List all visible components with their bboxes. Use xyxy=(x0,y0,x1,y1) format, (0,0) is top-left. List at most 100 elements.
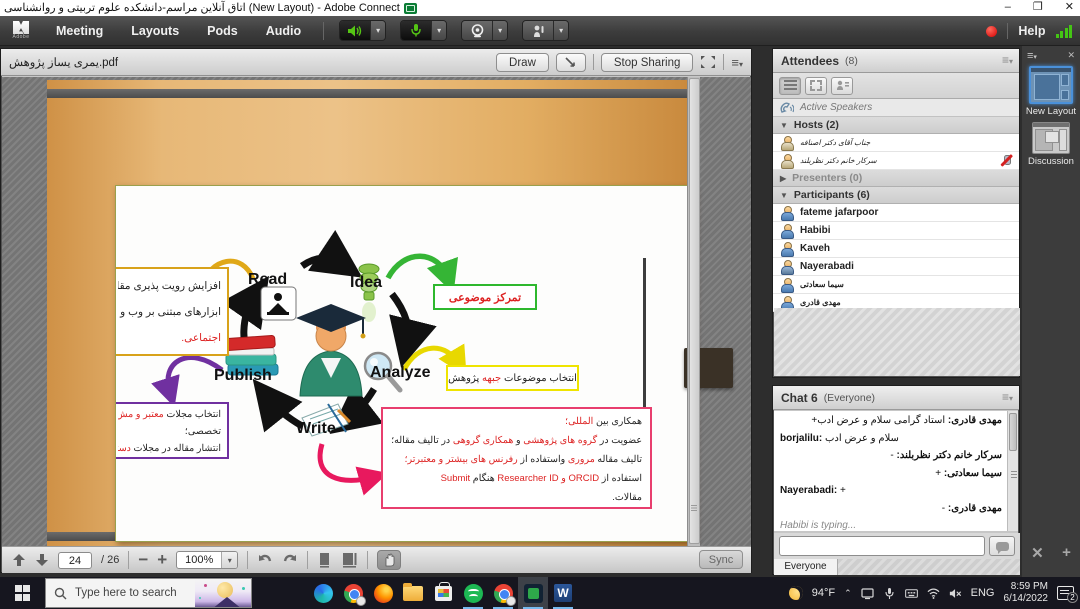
menu-audio[interactable]: Audio xyxy=(252,16,315,46)
layout-thumbnail-new-layout[interactable] xyxy=(1029,66,1073,104)
status-dropdown[interactable]: ▾ xyxy=(553,21,568,40)
close-pod-icon[interactable]: ✕ xyxy=(1031,544,1044,562)
stop-sharing-button[interactable]: Stop Sharing xyxy=(601,53,694,72)
speaker-dropdown[interactable]: ▾ xyxy=(370,21,385,40)
attendee-row[interactable]: Nayerabadi xyxy=(773,258,1019,276)
attendee-row-host-1[interactable]: جناب آقای دکتر اصنافه xyxy=(773,134,1019,152)
attendee-row[interactable]: Kaveh xyxy=(773,240,1019,258)
zoom-dropdown-icon[interactable]: ▾ xyxy=(221,552,237,568)
taskbar-spotify-icon[interactable] xyxy=(458,577,488,609)
temperature-label[interactable]: 94°F xyxy=(812,587,835,599)
pointer-tool-button[interactable] xyxy=(556,53,586,72)
raise-hand-button[interactable] xyxy=(523,21,553,40)
maximize-button[interactable]: ❐ xyxy=(1033,0,1043,15)
network-signal-icon[interactable] xyxy=(927,587,940,600)
pdf-document-background: Read Idea Analyze Write Publish تمرکز مو… xyxy=(47,80,687,547)
menu-layouts[interactable]: Layouts xyxy=(117,16,193,46)
recording-indicator-icon[interactable] xyxy=(986,26,997,37)
layouts-menu-icon[interactable]: ≡▾ xyxy=(1027,50,1037,62)
fit-page-icon[interactable] xyxy=(317,552,332,568)
attendees-count: (8) xyxy=(845,55,858,67)
undo-icon[interactable] xyxy=(257,553,273,568)
taskbar-edge-icon[interactable] xyxy=(308,577,338,609)
action-center-icon[interactable]: 2 xyxy=(1057,586,1074,600)
taskbar-word-icon[interactable]: W xyxy=(548,577,578,609)
participant-icon xyxy=(780,206,793,219)
speaker-button[interactable] xyxy=(340,21,370,40)
attendee-row[interactable]: سیما سعادتی xyxy=(773,276,1019,294)
chat-input[interactable] xyxy=(779,536,985,556)
hand-tool-button[interactable] xyxy=(377,550,401,570)
attendee-grid-view-button[interactable] xyxy=(805,77,827,95)
minimize-button[interactable]: – xyxy=(1005,0,1011,15)
taskbar-chrome-icon[interactable] xyxy=(338,577,368,609)
language-indicator[interactable]: ENG xyxy=(971,587,995,599)
chat-pod-menu-icon[interactable]: ≡▾ xyxy=(1002,390,1013,404)
chat-tab-everyone[interactable]: Everyone xyxy=(774,559,838,575)
page-number-input[interactable]: 24 xyxy=(58,552,92,569)
tablet-mode-icon[interactable] xyxy=(861,587,874,600)
chat-scrollbar[interactable] xyxy=(1007,411,1018,531)
redo-icon[interactable] xyxy=(282,553,298,568)
taskbar-file-explorer-icon[interactable] xyxy=(398,577,428,609)
presenters-section-header[interactable]: ▶ Presenters (0) xyxy=(773,170,1019,187)
attendee-row[interactable]: Habibi xyxy=(773,222,1019,240)
fit-width-icon[interactable] xyxy=(341,552,358,568)
expand-icon: ▶ xyxy=(780,174,786,183)
hidden-icons-chevron[interactable]: ⌃ xyxy=(844,588,852,599)
close-button[interactable]: ✕ xyxy=(1065,0,1074,15)
start-button[interactable] xyxy=(0,577,45,609)
send-message-button[interactable] xyxy=(989,536,1015,556)
menu-pods[interactable]: Pods xyxy=(193,16,252,46)
chat-message: مهدی قادری: استاد گرامی سلام و عرض ادب+ xyxy=(780,415,1002,426)
share-pod-menu-icon[interactable]: ≡▾ xyxy=(731,55,743,70)
zoom-out-button[interactable]: − xyxy=(138,553,148,567)
layouts-close-icon[interactable]: ✕ xyxy=(1067,50,1075,61)
webcam-button[interactable] xyxy=(462,21,492,40)
taskbar-search[interactable]: Type here to search xyxy=(45,578,252,608)
host-icon xyxy=(780,136,793,149)
webcam-dropdown[interactable]: ▾ xyxy=(492,21,507,40)
document-scrollbar[interactable] xyxy=(687,77,700,547)
volume-muted-icon[interactable] xyxy=(949,587,962,600)
participant-icon xyxy=(780,224,793,237)
document-scrollbar-thumb[interactable] xyxy=(689,78,700,544)
taskbar-firefox-icon[interactable] xyxy=(368,577,398,609)
attendees-pod-menu-icon[interactable]: ≡▾ xyxy=(1002,53,1013,67)
attendee-list-view-button[interactable] xyxy=(779,77,801,95)
taskbar-store-icon[interactable] xyxy=(428,577,458,609)
draw-button[interactable]: Draw xyxy=(496,53,549,72)
sync-button[interactable]: Sync xyxy=(699,550,743,569)
clock[interactable]: 8:59 PM 6/14/2022 xyxy=(1004,581,1049,605)
hosts-section-header[interactable]: ▼ Hosts (2) xyxy=(773,117,1019,134)
keyboard-layout-icon[interactable] xyxy=(905,587,918,600)
participant-icon xyxy=(780,278,793,291)
layout-thumbnail-discussion[interactable] xyxy=(1032,122,1070,154)
zoom-level-select[interactable]: 100% ▾ xyxy=(176,551,238,569)
attendee-name: fateme jafarpoor xyxy=(800,207,878,218)
connection-signal-icon[interactable] xyxy=(1056,24,1073,38)
attendee-status-view-button[interactable] xyxy=(831,77,853,95)
attendee-row[interactable]: fateme jafarpoor xyxy=(773,204,1019,222)
help-menu[interactable]: Help xyxy=(1018,24,1045,38)
fullscreen-icon[interactable] xyxy=(700,55,716,69)
pdf-slide[interactable]: Read Idea Analyze Write Publish تمرکز مو… xyxy=(115,185,695,542)
system-tray: 94°F ⌃ ENG 8:59 PM xyxy=(789,577,1080,609)
mic-button[interactable] xyxy=(401,21,431,40)
menu-meeting[interactable]: Meeting xyxy=(42,16,117,46)
taskbar-app-icons: W xyxy=(308,577,578,609)
attendee-row-host-2[interactable]: سرکار خانم دکتر نظربلند xyxy=(773,152,1019,170)
search-weather-illustration xyxy=(195,579,251,608)
weather-moon-icon[interactable] xyxy=(789,586,803,600)
pink-arrow xyxy=(320,444,374,480)
taskbar-adobe-connect-icon[interactable] xyxy=(518,577,548,609)
zoom-in-button[interactable]: + xyxy=(157,553,167,567)
chat-scrollbar-thumb[interactable] xyxy=(1009,413,1017,451)
next-page-button[interactable] xyxy=(35,553,49,567)
mic-dropdown[interactable]: ▾ xyxy=(431,21,446,40)
add-pod-icon[interactable]: + xyxy=(1062,544,1071,562)
participants-section-header[interactable]: ▼ Participants (6) xyxy=(773,187,1019,204)
tray-mic-icon[interactable] xyxy=(883,587,896,600)
previous-page-button[interactable] xyxy=(12,553,26,567)
taskbar-chrome-profile-icon[interactable] xyxy=(488,577,518,609)
